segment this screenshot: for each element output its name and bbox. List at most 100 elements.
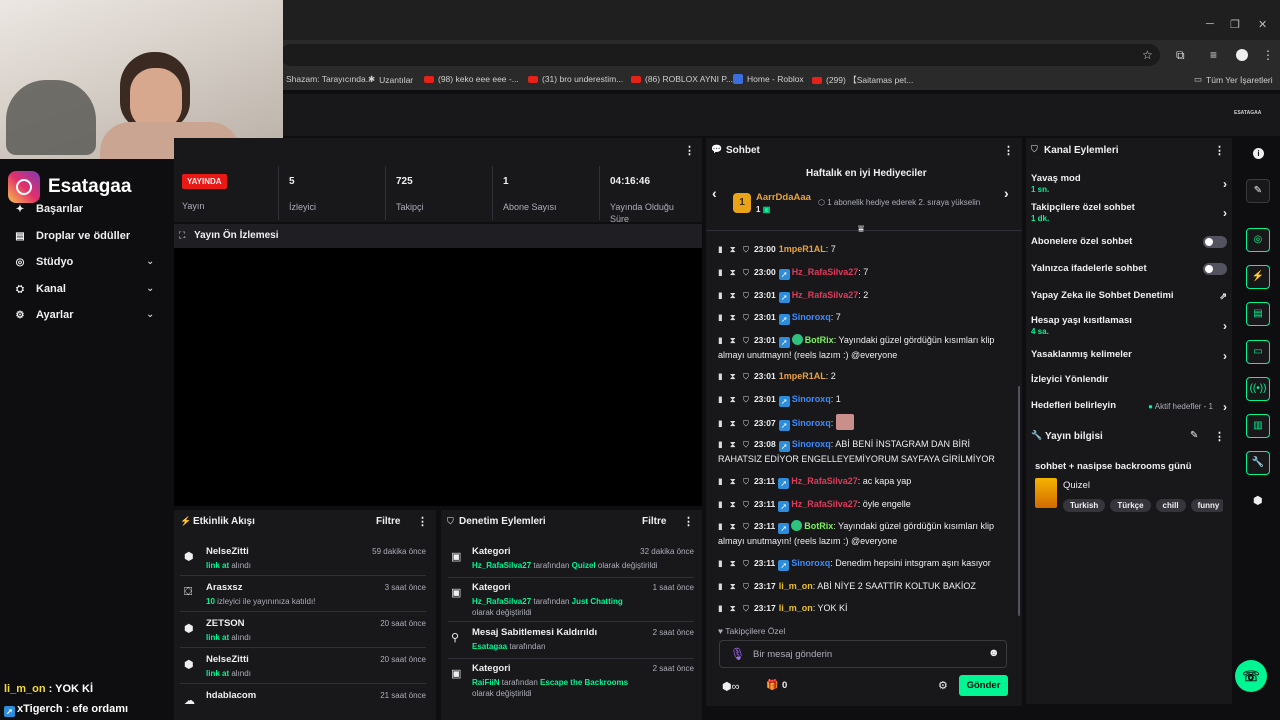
- channel-action-item[interactable]: Yalnızca ifadelerle sohbet: [1031, 263, 1227, 287]
- bookmark-item[interactable]: ✱ Uzantılar: [368, 74, 413, 85]
- more-options-icon[interactable]: ⋮: [683, 515, 694, 528]
- bookmark-item[interactable]: Home - Roblox: [733, 74, 804, 84]
- points-icon[interactable]: ⬢: [1253, 494, 1263, 507]
- mod-tools-icon[interactable]: ▮ ⧗ ⛉: [718, 335, 749, 345]
- mod-tools-icon[interactable]: ▮ ⧗ ⛉: [718, 581, 749, 591]
- edit-icon[interactable]: ✎: [1190, 430, 1198, 441]
- sidebar-item-drops[interactable]: ▤ Droplar ve ödüller: [14, 230, 130, 242]
- mod-tools-icon[interactable]: ▮ ⧗ ⛉: [718, 290, 749, 300]
- close-icon[interactable]: ✕: [1258, 18, 1267, 31]
- info-icon[interactable]: i: [1253, 148, 1264, 159]
- wrench-icon[interactable]: 🔧: [1246, 451, 1270, 475]
- sidebar-item-settings[interactable]: ⚙ Ayarlar: [14, 309, 74, 321]
- chat-message[interactable]: ▮ ⧗ ⛉ 23:11 ➚ Hz_RafaSilva27: öyle engelle: [718, 497, 1014, 512]
- pencil-icon[interactable]: ✎: [1246, 179, 1270, 203]
- external-link-icon[interactable]: ⇗: [1219, 291, 1227, 302]
- mod-tools-icon[interactable]: ▮ ⧗ ⛉: [718, 267, 749, 277]
- chat-message[interactable]: ▮ ⧗ ⛉ 23:00 1mpeR1AL: 7: [718, 242, 1014, 256]
- channel-points-icon[interactable]: ⬢∞: [722, 680, 739, 693]
- bookmark-item[interactable]: (86) ROBLOX AYNI P...: [631, 74, 733, 84]
- chat-message[interactable]: ▮ ⧗ ⛉ 23:11 ➚ Sinoroxq: Denedim hepsini int…: [718, 556, 1014, 571]
- chat-input[interactable]: Bir mesaj gönderin: [753, 649, 832, 660]
- notes-icon[interactable]: ▤: [1246, 302, 1270, 326]
- more-options-icon[interactable]: ⋮: [684, 144, 695, 157]
- list-item[interactable]: ⬢ NelseZitti link at alındı 20 saat önce: [180, 650, 426, 684]
- chat-message[interactable]: ▮ ⧗ ⛉ 23:17 li_m_on: YOK Kİ: [718, 601, 1014, 615]
- toggle-switch[interactable]: [1203, 236, 1227, 248]
- chevron-left-icon[interactable]: ‹: [712, 185, 717, 201]
- mod-tools-icon[interactable]: ▮ ⧗ ⛉: [718, 418, 749, 428]
- channel-action-item[interactable]: İzleyici Yönlendir: [1031, 374, 1227, 398]
- microphone-icon[interactable]: 🎙: [730, 647, 745, 661]
- list-item[interactable]: ⬢ NelseZitti link at alındı 59 dakika ön…: [180, 542, 426, 576]
- extensions-icon[interactable]: ⧉: [1176, 48, 1185, 63]
- list-item[interactable]: ☁ hdablacom 21 saat önce: [180, 686, 426, 720]
- bookmark-item[interactable]: Shazam: Tarayıcında...: [286, 74, 373, 84]
- list-item[interactable]: ⛋ Arasxsz 10 izleyici ile yayınınıza kat…: [180, 578, 426, 612]
- chat-message[interactable]: ▮ ⧗ ⛉ 23:17 li_m_on: ABİ NİYE 2 SAATTİR KO…: [718, 579, 1014, 593]
- chat-message[interactable]: ▮ ⧗ ⛉ 23:11 ➚ BotRix: Yayındaki güzel gördü…: [718, 519, 1014, 548]
- more-options-icon[interactable]: ⋮: [1214, 430, 1225, 443]
- chat-message[interactable]: ▮ ⧗ ⛉ 23:00 ➚ Hz_RafaSilva27: 7: [718, 265, 1014, 280]
- address-bar[interactable]: [280, 44, 1160, 66]
- channel-action-item[interactable]: Hesap yaşı kısıtlaması 4 sa. ›: [1031, 315, 1227, 339]
- mod-tools-icon[interactable]: ▮ ⧗ ⛉: [718, 244, 749, 254]
- send-button[interactable]: Gönder: [959, 675, 1008, 696]
- broadcast-icon[interactable]: ((•)): [1246, 377, 1270, 401]
- category-thumbnail[interactable]: [1035, 478, 1057, 508]
- chat-input-box[interactable]: 🎙 Bir mesaj gönderin ☻: [719, 640, 1007, 668]
- bookmark-item[interactable]: ▭ Tüm Yer İşaretleri: [1194, 74, 1273, 85]
- chat-bubble-icon[interactable]: ▭: [1246, 340, 1270, 364]
- chevron-right-icon[interactable]: ›: [1223, 319, 1227, 333]
- top-gifter-name[interactable]: AarrDdaAaa: [756, 192, 811, 203]
- mod-tools-icon[interactable]: ▮ ⧗ ⛉: [718, 371, 749, 381]
- star-icon[interactable]: ☆: [1142, 48, 1153, 62]
- storage-icon[interactable]: ▥: [1246, 414, 1270, 438]
- more-options-icon[interactable]: ⋮: [1214, 144, 1225, 157]
- gift-icon[interactable]: 🎁: [766, 680, 778, 691]
- lightning-icon[interactable]: ⚡: [1246, 265, 1270, 289]
- category-name[interactable]: Quizel: [1063, 480, 1090, 491]
- chevron-right-icon[interactable]: ›: [1223, 400, 1227, 414]
- mod-tools-icon[interactable]: ▮ ⧗ ⛉: [718, 521, 749, 531]
- channel-action-item[interactable]: Takipçilere özel sohbet 1 dk. ›: [1031, 202, 1227, 226]
- bookmark-item[interactable]: (31) bro underestim...: [528, 74, 623, 84]
- chat-message[interactable]: ▮ ⧗ ⛉ 23:01 ➚ BotRix: Yayındaki güzel gördü…: [718, 333, 1014, 362]
- toggle-switch[interactable]: [1203, 263, 1227, 275]
- list-item[interactable]: ⚲ Mesaj Sabitlemesi Kaldırıldı Esatagaa …: [448, 623, 694, 659]
- media-icon[interactable]: ≡: [1210, 48, 1217, 62]
- minimize-icon[interactable]: ─: [1206, 18, 1214, 30]
- maximize-icon[interactable]: ❐: [1230, 18, 1240, 31]
- mod-tools-icon[interactable]: ▮ ⧗ ⛉: [718, 312, 749, 322]
- list-item[interactable]: ▣ Kategori RaiFiiN tarafından Escape the…: [448, 659, 694, 703]
- more-options-icon[interactable]: ⋮: [417, 515, 428, 528]
- list-item[interactable]: ⬢ ZETSON link at alındı 20 saat önce: [180, 614, 426, 648]
- mod-tools-icon[interactable]: ▮ ⧗ ⛉: [718, 394, 749, 404]
- chat-message[interactable]: ▮ ⧗ ⛉ 23:11 ➚ Hz_RafaSilva27: ac kapa yap: [718, 474, 1014, 489]
- support-chat-icon[interactable]: ☏: [1235, 660, 1267, 692]
- chat-message[interactable]: ▮ ⧗ ⛉ 23:01 ➚ Sinoroxq: 7: [718, 310, 1014, 325]
- moderation-filter-button[interactable]: Filtre: [642, 516, 666, 527]
- chevron-right-icon[interactable]: ›: [1223, 206, 1227, 220]
- channel-action-item[interactable]: Yapay Zeka ile Sohbet Denetimi ⇗: [1031, 290, 1227, 314]
- mod-tools-icon[interactable]: ▮ ⧗ ⛉: [718, 476, 749, 486]
- bookmark-item[interactable]: (299) 【Saitamas pet...: [812, 74, 913, 86]
- menu-icon[interactable]: ⋮: [1262, 48, 1274, 62]
- chat-message[interactable]: ▮ ⧗ ⛉ 23:08 ➚ Sinoroxq: ABİ BENİ İNSTAGRAM …: [718, 437, 1014, 466]
- tag[interactable]: chill: [1155, 499, 1186, 512]
- channel-action-item[interactable]: Yavaş mod 1 sn. ›: [1031, 173, 1227, 197]
- emote-picker-icon[interactable]: ☻: [988, 647, 1000, 659]
- chevron-right-icon[interactable]: ›: [1223, 349, 1227, 363]
- list-item[interactable]: ▣ Kategori Hz_RafaSilva27 tarafından Jus…: [448, 578, 694, 622]
- scroll-down-icon[interactable]: ⩸: [858, 224, 864, 235]
- chevron-right-icon[interactable]: ›: [1223, 177, 1227, 191]
- channel-action-item[interactable]: Abonelere özel sohbet: [1031, 236, 1227, 260]
- tag[interactable]: Turkish: [1063, 499, 1106, 512]
- mod-tools-icon[interactable]: ▮ ⧗ ⛉: [718, 558, 749, 568]
- channel-action-item[interactable]: Yasaklanmış kelimeler ›: [1031, 349, 1227, 373]
- profile-avatar[interactable]: [1236, 49, 1248, 61]
- chat-message[interactable]: ▮ ⧗ ⛉ 23:07 ➚ Sinoroxq:: [718, 414, 1014, 431]
- chat-scrollbar[interactable]: [1018, 386, 1020, 616]
- sidebar-item-channel[interactable]: ⛭ Kanal: [14, 283, 66, 295]
- chat-message[interactable]: ▮ ⧗ ⛉ 23:01 1mpeR1AL: 2: [718, 369, 1014, 383]
